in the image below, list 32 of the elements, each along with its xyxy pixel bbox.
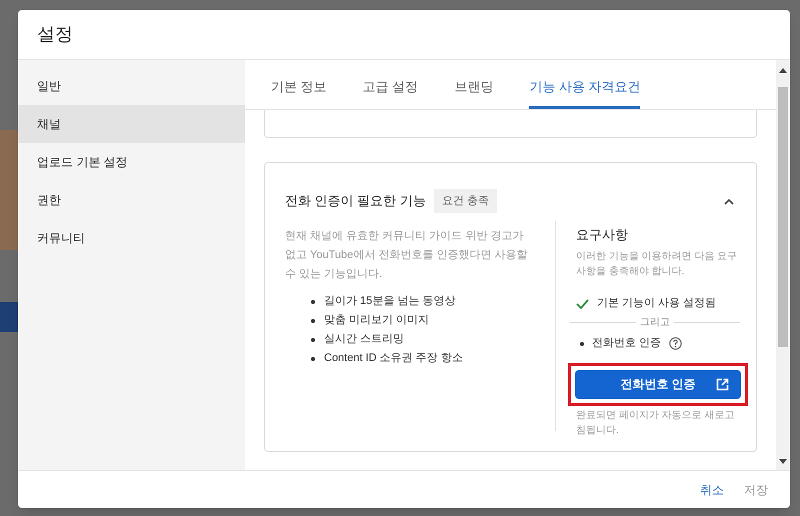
external-link-icon xyxy=(716,378,729,390)
footer-button[interactable]: 취소 xyxy=(700,480,724,498)
help-icon[interactable] xyxy=(669,337,682,350)
feature-item: 길이가 15분을 넘는 동영상 xyxy=(311,293,456,310)
status-badge: 요건 충족 xyxy=(434,188,497,214)
scroll-down-icon[interactable] xyxy=(779,459,787,464)
scroll-up-icon[interactable] xyxy=(779,68,787,73)
scrollbar-thumb[interactable] xyxy=(778,87,788,347)
description-text: 현재 채널에 유효한 커뮤니티 가이드 위반 경고가 없고 YouTube에서 전화번호를 인증했다면 사용할 수 있는 기능입니다. xyxy=(285,229,528,282)
tab[interactable]: 기본 정보 xyxy=(271,76,327,109)
tab[interactable]: 기능 사용 자격요건 xyxy=(529,76,640,109)
sidebar-item[interactable]: 일반 xyxy=(18,67,245,105)
tab[interactable]: 고급 설정 xyxy=(362,76,418,109)
separator-label: 그리고 xyxy=(640,316,670,330)
sidebar-item[interactable]: 커뮤니티 xyxy=(18,219,245,257)
sidebar-item[interactable]: 채널 xyxy=(18,105,245,143)
tab[interactable]: 브랜딩 xyxy=(454,76,494,109)
dialog-title: 설정 xyxy=(37,23,73,46)
requirement-text: 전화번호 인증 xyxy=(592,336,662,352)
verify-phone-button[interactable]: 전화번호 인증 xyxy=(575,370,741,398)
feature-item: 맞춤 미리보기 이미지 xyxy=(311,312,430,329)
sidebar-item[interactable]: 권한 xyxy=(18,181,245,219)
check-icon xyxy=(576,298,589,308)
requirement-text: 기본 기능이 사용 설정됨 xyxy=(597,296,716,312)
requirements-title: 요구사항 xyxy=(576,226,629,244)
sidebar-item[interactable]: 업로드 기본 설정 xyxy=(18,143,245,181)
feature-item: 실시간 스트리밍 xyxy=(311,331,404,348)
card-title: 전화 인증이 필요한 기능 xyxy=(285,192,426,210)
feature-item: Content ID 소유권 주장 항소 xyxy=(311,350,463,367)
requirements-description: 이러한 기능을 이용하려면 다음 요구사항을 충족해야 합니다. xyxy=(576,250,738,278)
collapse-chevron-icon[interactable] xyxy=(724,198,734,204)
refresh-note: 완료되면 페이지가 자동으로 새로고침됩니다. xyxy=(576,408,736,438)
